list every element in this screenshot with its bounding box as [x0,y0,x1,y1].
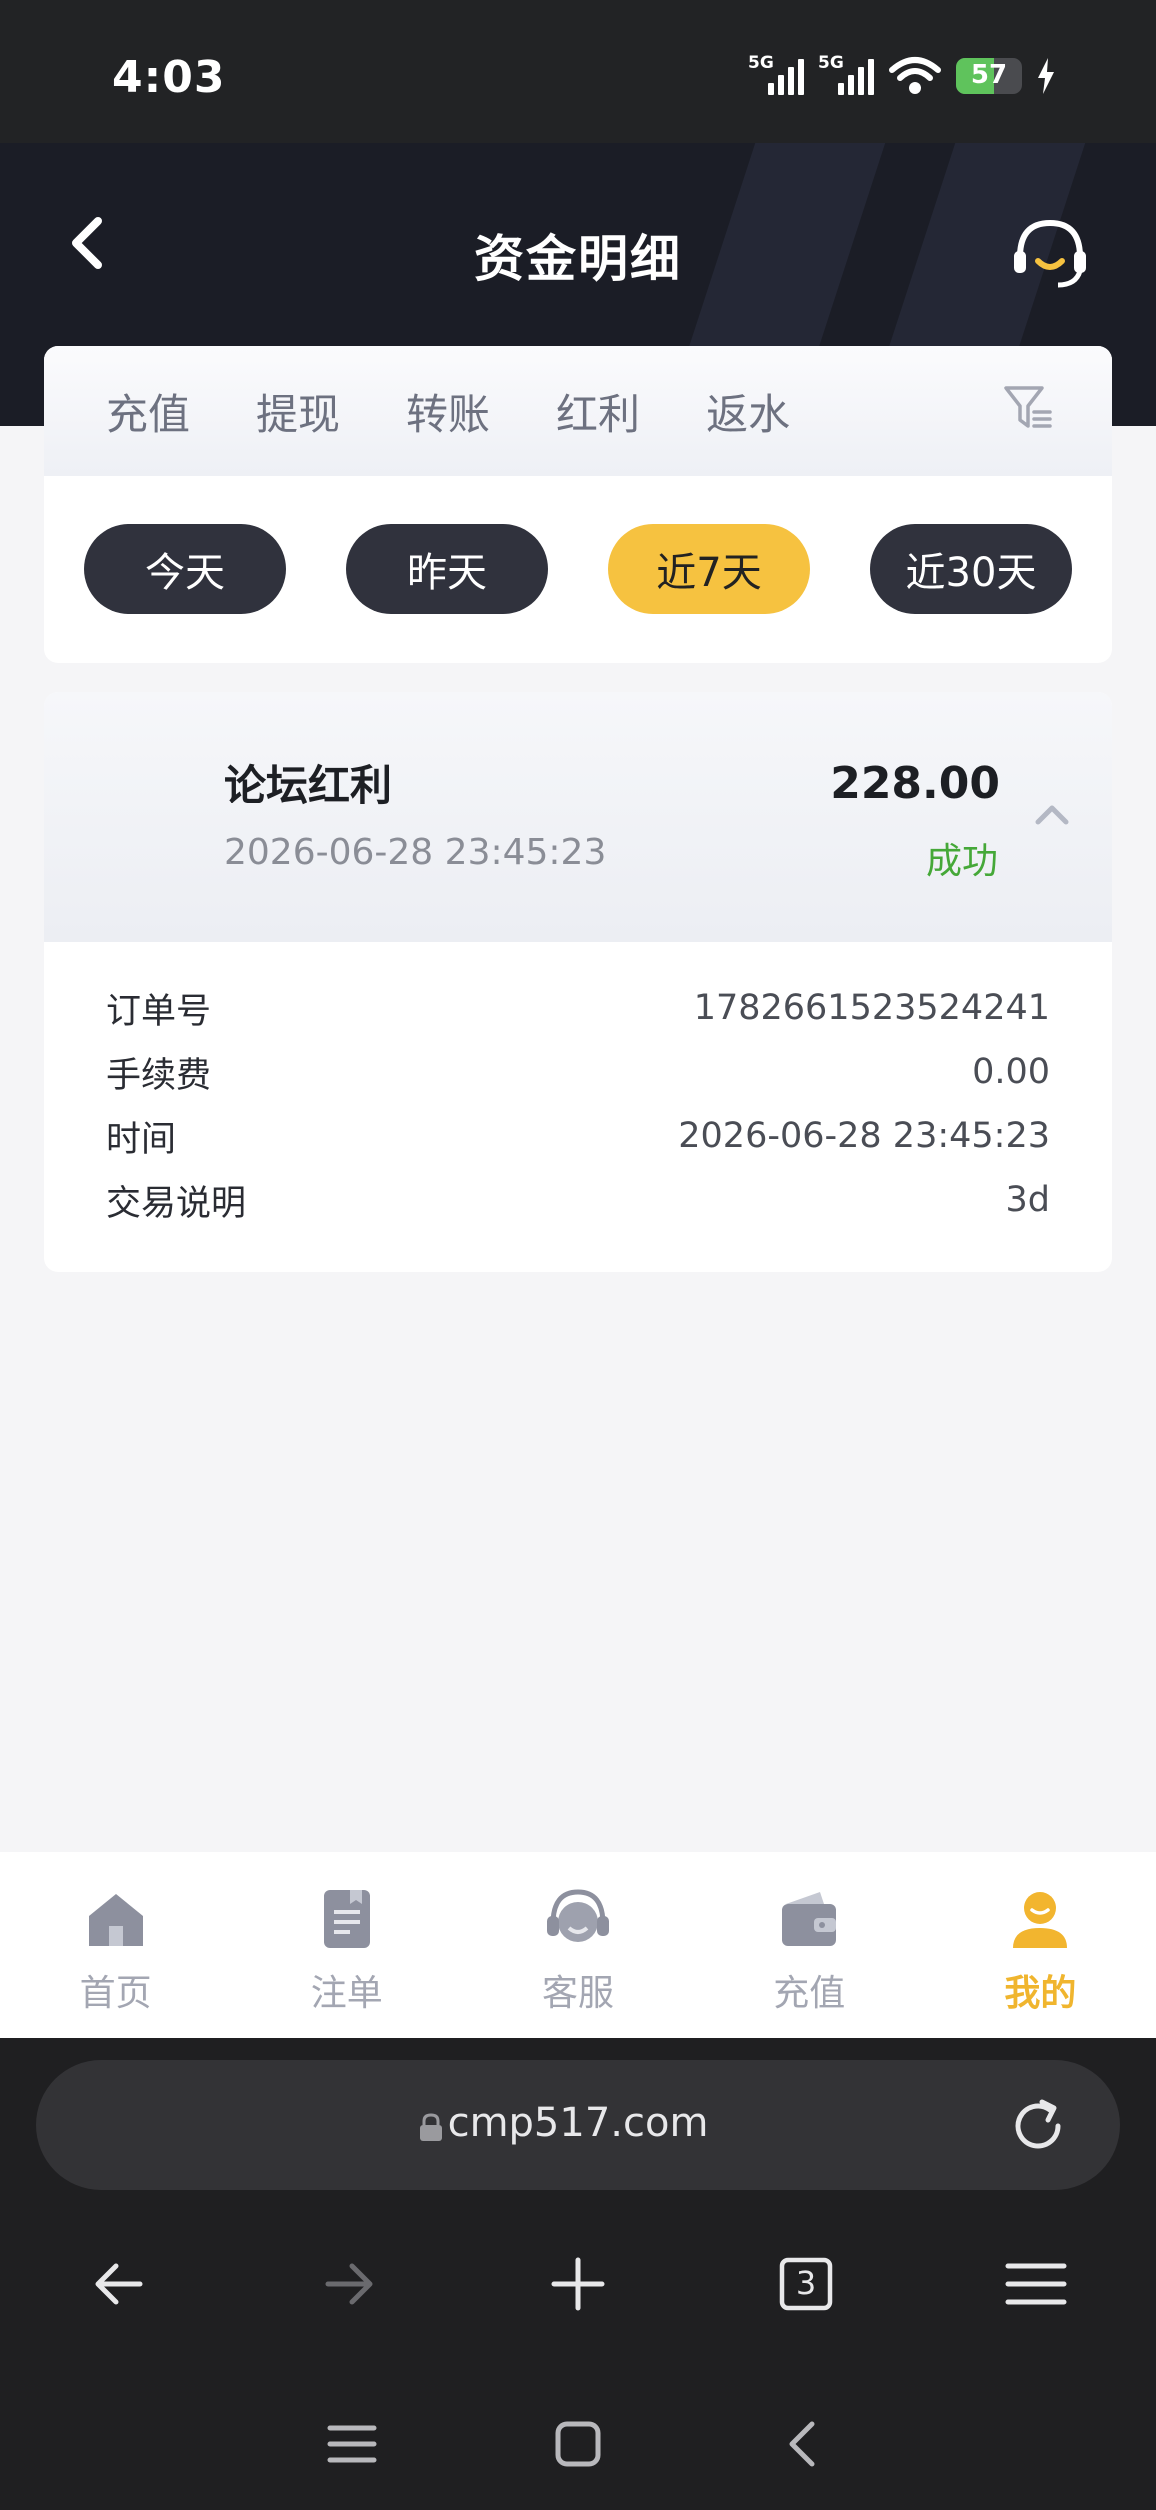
detail-value: 1782661523524241 [693,988,1050,1028]
status-icons: 5G 5G 57 [748,53,1056,96]
charging-icon [1038,58,1054,94]
address-bar[interactable]: cmp517.com [36,2060,1120,2190]
browser-toolbar: cmp517.com 3 [0,2038,1156,2510]
detail-row-description: 交易说明 3d [106,1168,1050,1232]
cellular-signal-icon: 5G [748,53,804,95]
detail-label: 交易说明 [106,1183,247,1224]
nav-label: 充值 [773,1973,846,2014]
period-7days-button[interactable]: 近7天 [608,524,810,614]
detail-row-fee: 手续费 0.00 [106,1040,1050,1104]
network-type-label: 5G [748,53,774,73]
category-tabs: 充值 提现 转账 红利 返水 [44,346,1112,476]
nav-label: 注单 [310,1973,383,2014]
battery-icon: 57 [956,58,1022,94]
record-status: 成功 [925,841,998,882]
nav-label: 我的 [1004,1973,1077,2014]
record-datetime: 2026-06-28 23:45:23 [224,832,607,873]
tab-bonus[interactable]: 红利 [556,381,640,442]
detail-value: 3d [1005,1180,1051,1220]
tab-count: 3 [795,2264,817,2302]
tabs-button[interactable]: 3 [774,2252,838,2316]
filter-icon [1004,386,1052,428]
detail-row-order-number: 订单号 1782661523524241 [106,976,1050,1040]
arrow-right-icon [325,2263,373,2305]
reload-icon [1015,2099,1061,2149]
nav-recharge[interactable]: 充值 [694,1852,925,2038]
period-today-button[interactable]: 今天 [84,524,286,614]
record-amount: 228.00 [830,758,1000,809]
record-title: 论坛红利 [224,761,393,810]
document-icon [323,1890,370,1948]
period-selector: 今天 昨天 近7天 近30天 [44,476,1112,614]
tab-recharge[interactable]: 充值 [106,381,190,442]
tab-transfer[interactable]: 转账 [406,381,490,442]
nav-home[interactable]: 首页 [0,1852,231,2038]
headset-icon [547,1889,609,1942]
battery-level: 57 [970,60,1008,90]
status-bar: 4:03 5G 5G 57 [0,0,1156,143]
chevron-left-icon [789,2421,815,2467]
detail-row-time: 时间 2026-06-28 23:45:23 [106,1104,1050,1168]
detail-value: 0.00 [972,1052,1050,1092]
chevron-up-icon[interactable] [1032,800,1072,828]
url-text: cmp517.com [447,2100,709,2146]
nav-label: 客服 [542,1973,615,2014]
record-details: 订单号 1782661523524241 手续费 0.00 时间 2026-06… [44,942,1112,1232]
browser-back-button[interactable] [88,2252,152,2316]
period-30days-button[interactable]: 近30天 [870,524,1072,614]
page-title: 资金明细 [474,230,682,288]
record-summary[interactable]: 论坛红利 2026-06-28 23:45:23 228.00 成功 [44,692,1112,942]
network-type-label: 5G [818,53,844,73]
recent-apps-button[interactable] [324,2416,380,2472]
headset-icon [1014,219,1086,288]
home-button[interactable] [550,2416,606,2472]
nav-profile[interactable]: 我的 [925,1852,1156,2038]
transaction-record: 论坛红利 2026-06-28 23:45:23 228.00 成功 订单号 1… [44,692,1112,1272]
nav-orders[interactable]: 注单 [231,1852,462,2038]
reload-button[interactable] [1008,2096,1068,2156]
home-icon [88,1894,143,1946]
filter-button[interactable] [1002,382,1054,434]
wallet-icon [782,1892,837,1946]
square-icon [555,2421,601,2467]
detail-label: 订单号 [106,991,212,1032]
wifi-icon [889,57,941,94]
detail-label: 时间 [106,1119,177,1160]
bottom-tab-bar: 首页 注单 客服 充值 我的 [0,1852,1156,2038]
user-icon [1013,1892,1068,1948]
hamburger-icon [1005,2263,1067,2305]
status-time: 4:03 [112,52,226,103]
tab-withdraw[interactable]: 提现 [256,381,340,442]
cellular-signal-icon: 5G [818,53,874,95]
customer-service-button[interactable] [1010,213,1090,293]
new-tab-button[interactable] [546,2252,610,2316]
detail-label: 手续费 [106,1055,212,1096]
menu-lines-icon [327,2425,377,2463]
arrow-left-icon [95,2263,143,2305]
browser-nav-row: 3 [0,2228,1156,2338]
browser-forward-button[interactable] [316,2252,380,2316]
nav-service[interactable]: 客服 [462,1852,693,2038]
tab-rebate[interactable]: 返水 [706,381,790,442]
browser-menu-button[interactable] [1004,2252,1068,2316]
detail-value: 2026-06-28 23:45:23 [678,1116,1050,1156]
nav-label: 首页 [79,1973,152,2014]
plus-icon [551,2257,605,2311]
filter-card: 充值 提现 转账 红利 返水 今天 昨天 近7天 近30天 [44,346,1112,663]
system-nav-bar [0,2398,1156,2498]
period-yesterday-button[interactable]: 昨天 [346,524,548,614]
system-back-button[interactable] [776,2416,832,2472]
